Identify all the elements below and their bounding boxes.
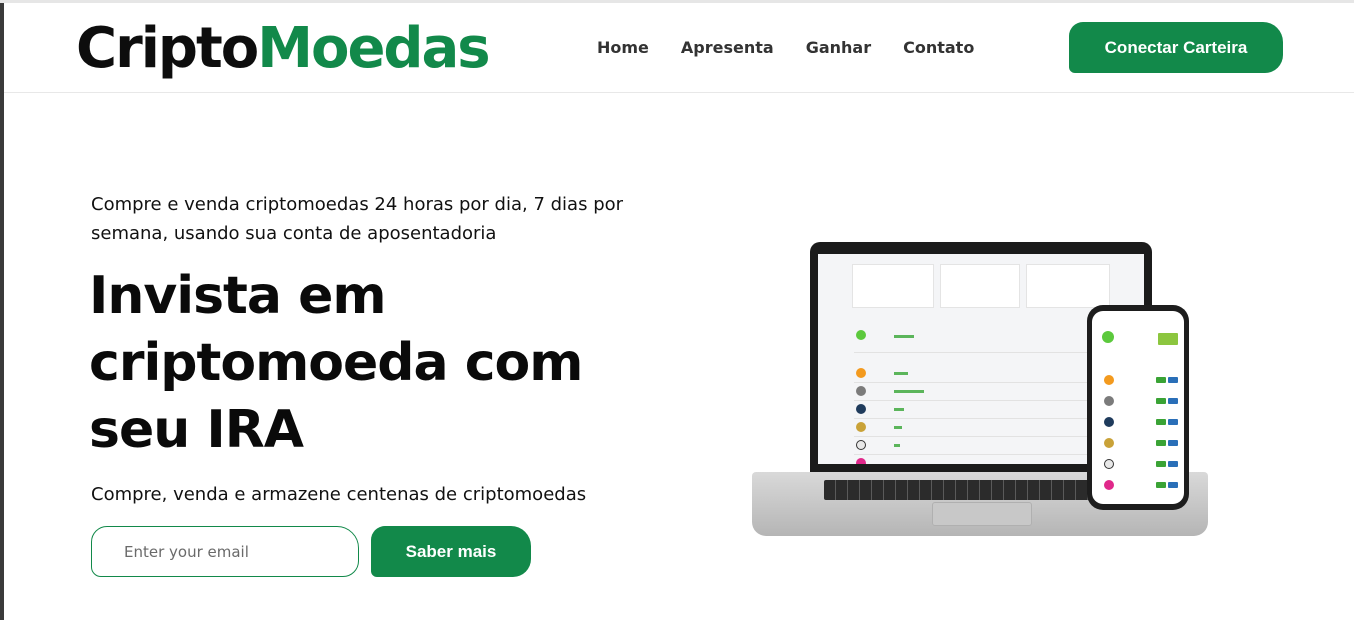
coin-icon [1104,375,1114,385]
screen-card-account [852,264,934,308]
coin-icon [856,368,866,378]
coin-icon [856,422,866,432]
progress-bar [894,408,904,411]
progress-bar [894,390,924,393]
table-divider [854,436,1088,437]
progress-bar [894,335,914,338]
nav-home[interactable]: Home [597,38,649,58]
table-divider [854,400,1088,401]
coin-icon [856,458,866,464]
brand-logo-part2: Moedas [257,16,490,81]
coin-icon [1102,331,1114,343]
phone-buy-button [1156,482,1166,488]
phone-sell-button [1168,377,1178,383]
main-nav: Home Apresenta Ganhar Contato [597,38,974,58]
phone-buy-button [1156,419,1166,425]
phone-buy-button [1156,377,1166,383]
coin-icon [1104,438,1114,448]
phone-sell-button [1168,419,1178,425]
phone-sell-button [1168,461,1178,467]
screen-card-referral [940,264,1020,308]
table-divider [854,382,1088,383]
phone-screen [1092,311,1184,504]
coin-icon [856,330,866,340]
nav-contato[interactable]: Contato [903,38,974,58]
screen-card-support [1026,264,1110,308]
brand-logo[interactable]: CriptoMoedas [76,16,491,81]
laptop-touchpad [932,502,1032,526]
phone-buy-button [1156,440,1166,446]
nav-apresenta[interactable]: Apresenta [681,38,774,58]
phone-sell-button [1168,440,1178,446]
coin-icon [1104,417,1114,427]
site-header: CriptoMoedas Home Apresenta Ganhar Conta… [4,3,1354,93]
learn-more-button[interactable]: Saber mais [371,526,531,577]
coin-icon [1104,459,1114,469]
table-divider [854,352,1088,353]
phone-buy-button [1156,461,1166,467]
phone-sell-button [1168,398,1178,404]
hero-description: Compre, venda e armazene centenas de cri… [91,484,587,505]
progress-bar [894,426,902,429]
coin-icon [856,386,866,396]
progress-bar [894,444,900,447]
coin-icon [856,404,866,414]
devices-illustration [750,240,1210,545]
coin-icon [856,440,866,450]
brand-logo-part1: Cripto [76,16,259,81]
phone-buy-button [1156,398,1166,404]
phone-sell-button [1168,482,1178,488]
coin-icon [1104,480,1114,490]
hero-title: Invista em criptomoeda com seu IRA [89,266,583,460]
phone-action-button [1158,333,1178,345]
progress-bar [894,372,908,375]
connect-wallet-button[interactable]: Conectar Carteira [1069,22,1283,73]
email-input[interactable] [91,526,359,577]
table-divider [854,418,1088,419]
nav-ganhar[interactable]: Ganhar [806,38,871,58]
table-divider [854,454,1088,455]
window-left-edge [0,0,4,620]
coin-icon [1104,396,1114,406]
hero-subtitle: Compre e venda criptomoedas 24 horas por… [91,194,624,244]
